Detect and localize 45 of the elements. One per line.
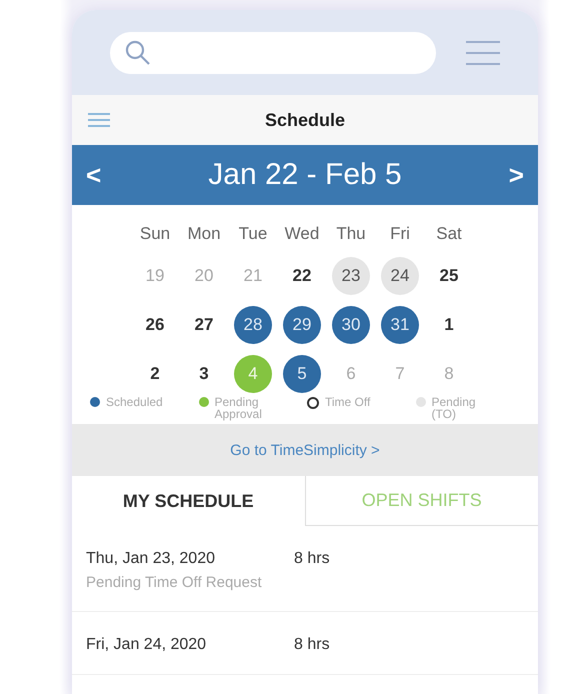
- next-button[interactable]: >: [502, 160, 530, 190]
- calendar-day[interactable]: 2: [136, 354, 174, 392]
- shift-note: Pending Time Off Request: [86, 574, 263, 591]
- weekday-label: Thu: [335, 223, 367, 245]
- calendar-day[interactable]: 7: [381, 354, 419, 392]
- legend-label: Time Off: [325, 396, 372, 408]
- weekday-label: Sun: [138, 223, 172, 245]
- previous-button[interactable]: <: [80, 160, 108, 190]
- legend-label: Pending Approval: [214, 396, 263, 420]
- legend-label: Scheduled: [106, 396, 164, 408]
- calendar-day[interactable]: 28: [234, 306, 272, 344]
- weekday-label: Sat: [435, 223, 463, 245]
- calendar-day[interactable]: 23: [332, 256, 370, 294]
- calendar-day[interactable]: 19: [136, 256, 174, 294]
- search-field[interactable]: [110, 32, 436, 74]
- calendar-day[interactable]: 21: [234, 256, 272, 294]
- weekday-label: Fri: [389, 223, 411, 245]
- calendar-day[interactable]: 24: [381, 256, 419, 294]
- calendar-day[interactable]: 25: [430, 256, 468, 294]
- timesimplicity-link[interactable]: Go to TimeSimplicity >: [230, 442, 380, 458]
- legend-label: Pending (TO): [432, 396, 477, 420]
- weekday-label: Mon: [186, 223, 222, 245]
- shift-date: Fri, Jan 24, 2020: [86, 636, 208, 654]
- date-range: Jan 22 - Feb 5: [208, 158, 402, 192]
- calendar-day[interactable]: 30: [332, 306, 370, 344]
- calendar-day[interactable]: 26: [136, 306, 174, 344]
- screen-title: Schedule: [264, 110, 346, 130]
- calendar-day[interactable]: 5: [283, 354, 321, 392]
- calendar-day[interactable]: 3: [185, 354, 223, 392]
- calendar-day[interactable]: 31: [381, 306, 419, 344]
- calendar-day[interactable]: 6: [332, 354, 370, 392]
- calendar-day[interactable]: 22: [283, 256, 321, 294]
- calendar-day[interactable]: 27: [185, 306, 223, 344]
- menu-icon[interactable]: [88, 112, 110, 128]
- calendar-day[interactable]: 8: [430, 354, 468, 392]
- weekday-label: Wed: [284, 223, 320, 245]
- search-icon: [124, 38, 152, 66]
- shift-date: Thu, Jan 23, 2020: [86, 550, 216, 568]
- weekday-label: Tue: [238, 223, 268, 245]
- menu-icon[interactable]: [466, 40, 500, 66]
- calendar-day[interactable]: 20: [185, 256, 223, 294]
- shift-hours: 8 hrs: [294, 636, 330, 654]
- calendar-day[interactable]: 1: [430, 306, 468, 344]
- shift-hours: 8 hrs: [294, 550, 330, 568]
- calendar-day[interactable]: 29: [283, 306, 321, 344]
